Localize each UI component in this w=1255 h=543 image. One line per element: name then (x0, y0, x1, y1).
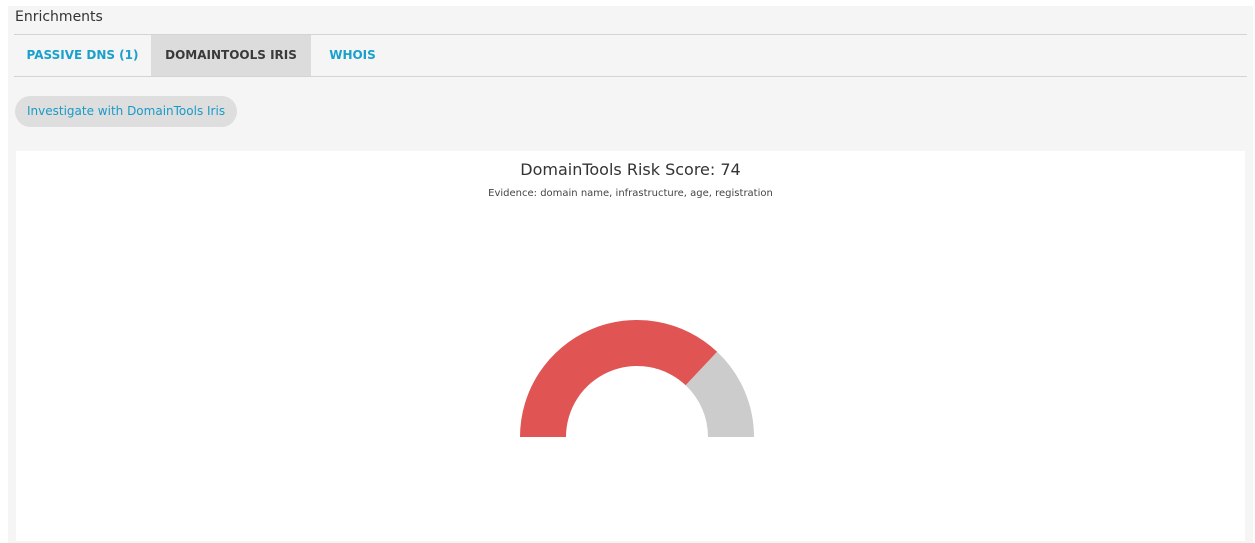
tab-passive-dns[interactable]: PASSIVE DNS (1) (14, 35, 151, 76)
tab-domaintools-iris[interactable]: DOMAINTOOLS IRIS (151, 35, 311, 76)
tab-bar: PASSIVE DNS (1) DOMAINTOOLS IRIS WHOIS (14, 35, 1247, 76)
risk-gauge (520, 319, 754, 437)
panel-title: Enrichments (15, 9, 103, 25)
risk-score-card: DomainTools Risk Score: 74 Evidence: dom… (16, 151, 1245, 541)
divider (14, 76, 1247, 77)
tab-whois[interactable]: WHOIS (311, 35, 394, 76)
gauge-fill (520, 319, 718, 437)
enrichments-panel: Enrichments PASSIVE DNS (1) DOMAINTOOLS … (8, 6, 1253, 543)
investigate-iris-button[interactable]: Investigate with DomainTools Iris (15, 96, 238, 127)
